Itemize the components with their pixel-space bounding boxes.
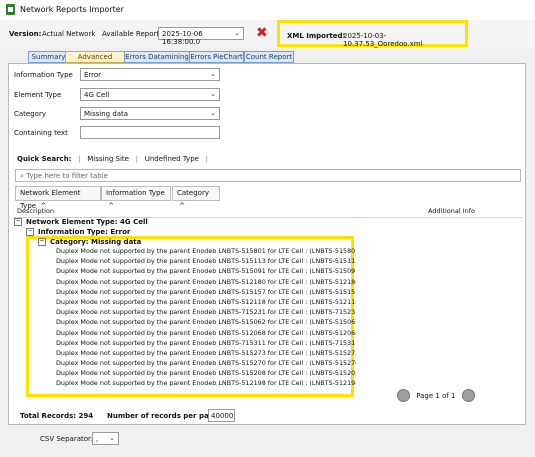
- undefined-type-link[interactable]: Undefined Type: [145, 155, 199, 163]
- tab-advanced-search[interactable]: Advanced Search: [65, 51, 125, 71]
- tree-node-category[interactable]: − Category: Missing data: [38, 238, 141, 246]
- tree-node-label: Category: Missing data: [50, 238, 142, 246]
- group-label: Information Type: [106, 189, 165, 197]
- element-type-label: Element Type: [14, 91, 62, 99]
- dropdown-arrow-icon: ⌄: [210, 90, 216, 98]
- column-additional-info[interactable]: Additional Info: [428, 205, 475, 217]
- tab-errors-piechart[interactable]: Errors PieChart: [189, 51, 244, 63]
- table-row[interactable]: Duplex Mode not supported by the parent …: [56, 307, 356, 317]
- records-per-page-input[interactable]: 40000: [208, 409, 235, 422]
- information-type-label: Information Type: [14, 71, 73, 79]
- category-select[interactable]: Missing data ⌄: [80, 107, 220, 120]
- element-type-select[interactable]: 4G Cell ⌄: [80, 88, 220, 101]
- xml-imported-value: 2025-10-03-10.37.53_Ooredoo.xml: [343, 32, 423, 48]
- table-row[interactable]: Duplex Mode not supported by the parent …: [56, 328, 356, 338]
- csv-separator-select[interactable]: , ⌄: [92, 432, 119, 445]
- table-header: Description Additional Info: [14, 205, 522, 218]
- available-reports-label: Available Reports: [102, 30, 163, 38]
- quick-search-bar: Quick Search: | Missing Site | Undefined…: [17, 155, 208, 163]
- search-icon: ⌕: [20, 172, 24, 180]
- separator: |: [73, 155, 85, 163]
- csv-separator-label: CSV Separator:: [40, 435, 94, 443]
- table-row[interactable]: Duplex Mode not supported by the parent …: [56, 378, 356, 388]
- tab-summary[interactable]: Summary: [28, 51, 69, 63]
- table-row[interactable]: Duplex Mode not supported by the parent …: [56, 348, 356, 358]
- next-page-icon[interactable]: [461, 389, 475, 402]
- dropdown-arrow-icon: ⌄: [109, 434, 115, 442]
- prev-page-icon[interactable]: [397, 389, 410, 402]
- category-label: Category: [14, 110, 46, 118]
- missing-site-link[interactable]: Missing Site: [87, 155, 129, 163]
- tree-node-label: Network Element Type: 4G Cell: [26, 218, 148, 226]
- table-row[interactable]: Duplex Mode not supported by the parent …: [56, 317, 356, 327]
- xml-imported-box: XML Imported: 2025-10-03-10.37.53_Ooredo…: [277, 20, 468, 48]
- quick-search-label: Quick Search:: [17, 155, 72, 163]
- available-reports-select[interactable]: 2025-10-06 16:38:00.0 ⌄: [158, 27, 244, 46]
- header-row: Version: Actual Network Available Report…: [0, 20, 535, 48]
- window-titlebar: Network Reports Importer: [0, 0, 535, 21]
- group-information-type[interactable]: Information Type ^: [101, 186, 171, 210]
- dropdown-arrow-icon: ⌄: [234, 29, 240, 37]
- table-row[interactable]: Duplex Mode not supported by the parent …: [56, 287, 356, 297]
- app-icon: [6, 4, 15, 15]
- collapse-icon[interactable]: −: [26, 228, 34, 236]
- collapse-icon[interactable]: −: [38, 238, 46, 246]
- delete-icon[interactable]: ✖: [256, 26, 268, 40]
- table-filter-input[interactable]: ⌕ Type here to filter table: [15, 169, 521, 182]
- collapse-icon[interactable]: −: [14, 218, 22, 226]
- table-row[interactable]: Duplex Mode not supported by the parent …: [56, 266, 356, 276]
- page-indicator: Page 1 of 1: [416, 391, 456, 400]
- available-reports-value: 2025-10-06 16:38:00.0: [162, 30, 203, 46]
- table-row[interactable]: Duplex Mode not supported by the parent …: [56, 277, 356, 287]
- category-value: Missing data: [84, 110, 129, 118]
- separator: |: [131, 155, 143, 163]
- containing-text-input[interactable]: [80, 126, 220, 139]
- group-label: Category: [177, 189, 209, 197]
- table-row[interactable]: Duplex Mode not supported by the parent …: [56, 256, 356, 266]
- table-row[interactable]: Duplex Mode not supported by the parent …: [56, 358, 356, 368]
- group-category[interactable]: Category ^: [172, 186, 220, 210]
- tree-node-information-type[interactable]: − Information Type: Error: [26, 228, 130, 236]
- xml-imported-label: XML Imported:: [287, 32, 346, 40]
- tree-node-element-type[interactable]: − Network Element Type: 4G Cell: [14, 218, 148, 226]
- table-row[interactable]: Duplex Mode not supported by the parent …: [56, 368, 356, 378]
- version-label: Version:: [9, 30, 42, 38]
- information-type-select[interactable]: Error ⌄: [80, 68, 220, 81]
- dropdown-arrow-icon: ⌄: [210, 70, 216, 78]
- column-description[interactable]: Description: [17, 205, 54, 217]
- window-title: Network Reports Importer: [20, 5, 124, 14]
- pager: Page 1 of 1: [397, 389, 475, 402]
- table-row[interactable]: Duplex Mode not supported by the parent …: [56, 338, 356, 348]
- tab-errors-datamining[interactable]: Errors Datamining: [124, 51, 190, 63]
- group-network-element-type[interactable]: Network Element Type ^: [15, 186, 101, 210]
- table-row[interactable]: Duplex Mode not supported by the parent …: [56, 246, 356, 256]
- records-per-page-label: Number of records per page: [107, 412, 219, 420]
- table-row[interactable]: Duplex Mode not supported by the parent …: [56, 297, 356, 307]
- separator: |: [201, 155, 208, 163]
- csv-separator-value: ,: [96, 435, 99, 443]
- containing-text-label: Containing text: [14, 129, 68, 137]
- total-records: Total Records: 294: [20, 412, 94, 420]
- tree-node-label: Information Type: Error: [38, 228, 131, 236]
- information-type-value: Error: [84, 71, 102, 79]
- element-type-value: 4G Cell: [84, 91, 110, 99]
- table-filter-placeholder: Type here to filter table: [26, 172, 108, 180]
- dropdown-arrow-icon: ⌄: [210, 109, 216, 117]
- result-rows: Duplex Mode not supported by the parent …: [56, 246, 356, 389]
- tab-count-report[interactable]: Count Report: [244, 51, 294, 63]
- version-value: Actual Network: [42, 30, 96, 38]
